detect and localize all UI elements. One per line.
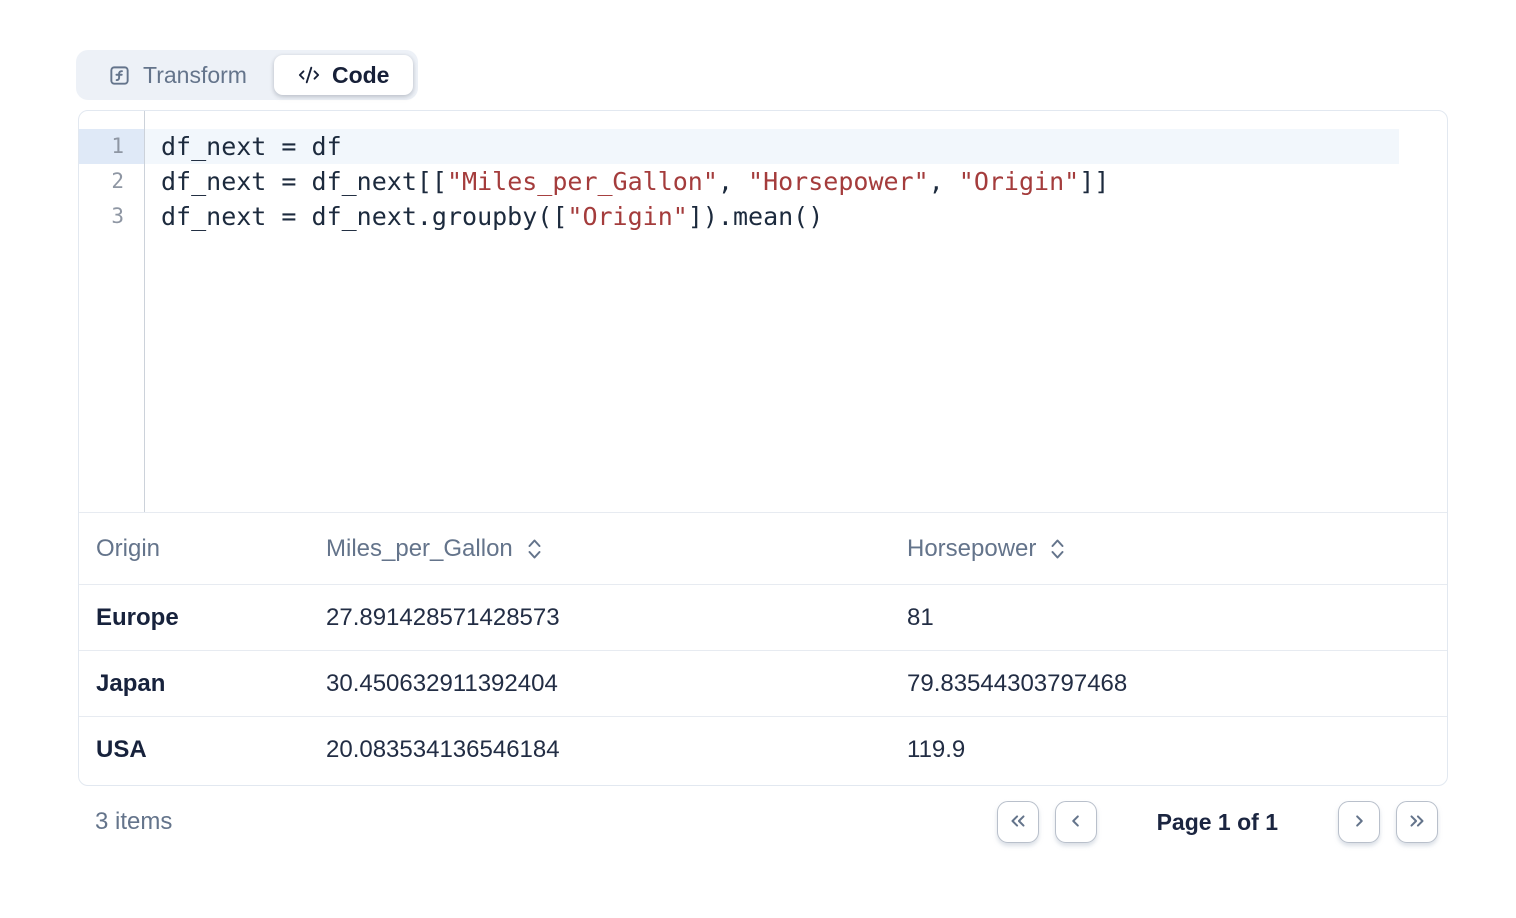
value-cell: 20.083534136546184: [326, 736, 907, 764]
tab-code[interactable]: Code: [274, 55, 414, 95]
origin-cell: Europe: [79, 604, 326, 632]
line-number: 1: [79, 129, 144, 164]
tab-transform[interactable]: Transform: [81, 55, 274, 95]
value-cell: 81: [907, 604, 1447, 632]
chevron-right-icon: [1348, 810, 1370, 835]
code-line: df_next = df: [145, 129, 1399, 164]
result-table: Origin Miles_per_Gallon Horsepower: [79, 513, 1447, 783]
origin-cell: USA: [79, 736, 326, 764]
page: Transform Code 123 df_next = dfdf_next =…: [0, 0, 1516, 918]
value-cell: 79.83544303797468: [907, 670, 1447, 698]
column-label: Miles_per_Gallon: [326, 535, 513, 563]
next-page-button[interactable]: [1338, 801, 1380, 843]
view-tabs: Transform Code: [76, 50, 418, 100]
value-cell: 30.450632911392404: [326, 670, 907, 698]
last-page-button[interactable]: [1396, 801, 1438, 843]
function-square-icon: [108, 64, 131, 87]
sort-icon[interactable]: [1049, 536, 1066, 562]
column-header-horsepower[interactable]: Horsepower: [907, 535, 1447, 563]
items-count: 3 items: [78, 808, 172, 836]
chevron-left-icon: [1065, 810, 1087, 835]
table-row: Japan30.45063291139240479.83544303797468: [79, 651, 1447, 717]
line-number: 3: [79, 199, 144, 234]
panel: 123 df_next = dfdf_next = df_next[["Mile…: [78, 110, 1448, 786]
sort-icon[interactable]: [526, 536, 543, 562]
column-header-miles-per-gallon[interactable]: Miles_per_Gallon: [326, 535, 907, 563]
column-header-origin: Origin: [79, 535, 326, 563]
chevrons-right-icon: [1406, 810, 1428, 835]
column-label: Origin: [96, 535, 160, 563]
code-line: df_next = df_next.groupby(["Origin"]).me…: [145, 199, 1399, 234]
table-body: Europe27.89142857142857381Japan30.450632…: [79, 585, 1447, 783]
table-row: USA20.083534136546184119.9: [79, 717, 1447, 783]
page-indicator: Page 1 of 1: [1157, 809, 1278, 836]
prev-page-button[interactable]: [1055, 801, 1097, 843]
code-line: df_next = df_next[["Miles_per_Gallon", "…: [145, 164, 1399, 199]
editor-content: df_next = dfdf_next = df_next[["Miles_pe…: [145, 111, 1447, 512]
first-page-button[interactable]: [997, 801, 1039, 843]
tab-code-label: Code: [332, 62, 390, 89]
value-cell: 27.891428571428573: [326, 604, 907, 632]
chevrons-left-icon: [1007, 810, 1029, 835]
table-header-row: Origin Miles_per_Gallon Horsepower: [79, 513, 1447, 585]
origin-cell: Japan: [79, 670, 326, 698]
code-icon: [298, 64, 320, 86]
table-row: Europe27.89142857142857381: [79, 585, 1447, 651]
value-cell: 119.9: [907, 736, 1447, 764]
code-editor[interactable]: 123 df_next = dfdf_next = df_next[["Mile…: [79, 111, 1447, 513]
pagination: Page 1 of 1: [997, 801, 1438, 843]
line-number: 2: [79, 164, 144, 199]
column-label: Horsepower: [907, 535, 1036, 563]
table-footer: 3 items Page 1 of 1: [78, 801, 1438, 843]
editor-gutter: 123: [79, 111, 145, 512]
tab-transform-label: Transform: [143, 62, 247, 89]
